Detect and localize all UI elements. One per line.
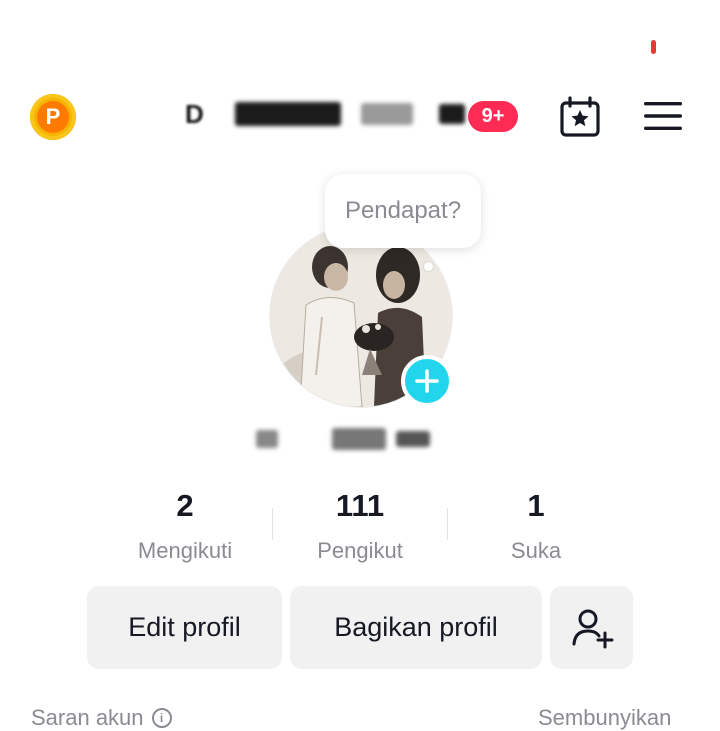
coin-icon[interactable]: P [30,94,76,140]
username-redacted-block [360,103,413,125]
calendar-star-icon[interactable] [559,96,601,138]
add-user-icon [572,609,613,648]
username-redacted-block [438,104,465,124]
share-profile-button[interactable]: Bagikan profil [290,586,542,669]
stat-divider [272,508,273,540]
info-icon[interactable]: i [151,708,172,728]
username-redacted-start: D [185,98,205,129]
stat-divider [447,508,448,540]
edit-profile-button[interactable]: Edit profil [87,586,282,669]
nickname-redacted-block [396,431,430,447]
stat-label: Pengikut [317,538,403,563]
notification-badge[interactable]: 9+ [468,101,518,132]
hamburger-menu-icon[interactable] [644,101,682,131]
username-switcher[interactable]: D [185,99,465,129]
nickname-redacted-block [256,430,278,448]
coin-letter: P [37,101,69,133]
stat-following[interactable]: 2 Mengikuti [100,488,270,564]
suggested-accounts-title: Saran akun [31,705,144,730]
profile-nickname-redacted [256,424,464,454]
add-friend-button[interactable] [550,586,633,669]
suggested-accounts-header: Saran akun i [31,705,172,731]
stat-followers[interactable]: 111 Pengikut [275,488,445,564]
stat-value: 2 [176,488,194,523]
nickname-redacted-block [332,428,386,450]
plus-icon[interactable] [401,355,453,407]
stat-label: Suka [510,538,562,563]
username-redacted-block [234,102,341,126]
stat-value: 111 [335,488,385,523]
stat-value: 1 [527,488,545,523]
stat-likes[interactable]: 1 Suka [451,488,621,564]
tooltip-pointer [424,262,433,271]
status-indicator [651,40,656,54]
hide-suggestions-link[interactable]: Sembunyikan [538,705,671,731]
opinion-tooltip[interactable]: Pendapat? [325,174,481,248]
stat-label: Mengikuti [137,538,233,563]
